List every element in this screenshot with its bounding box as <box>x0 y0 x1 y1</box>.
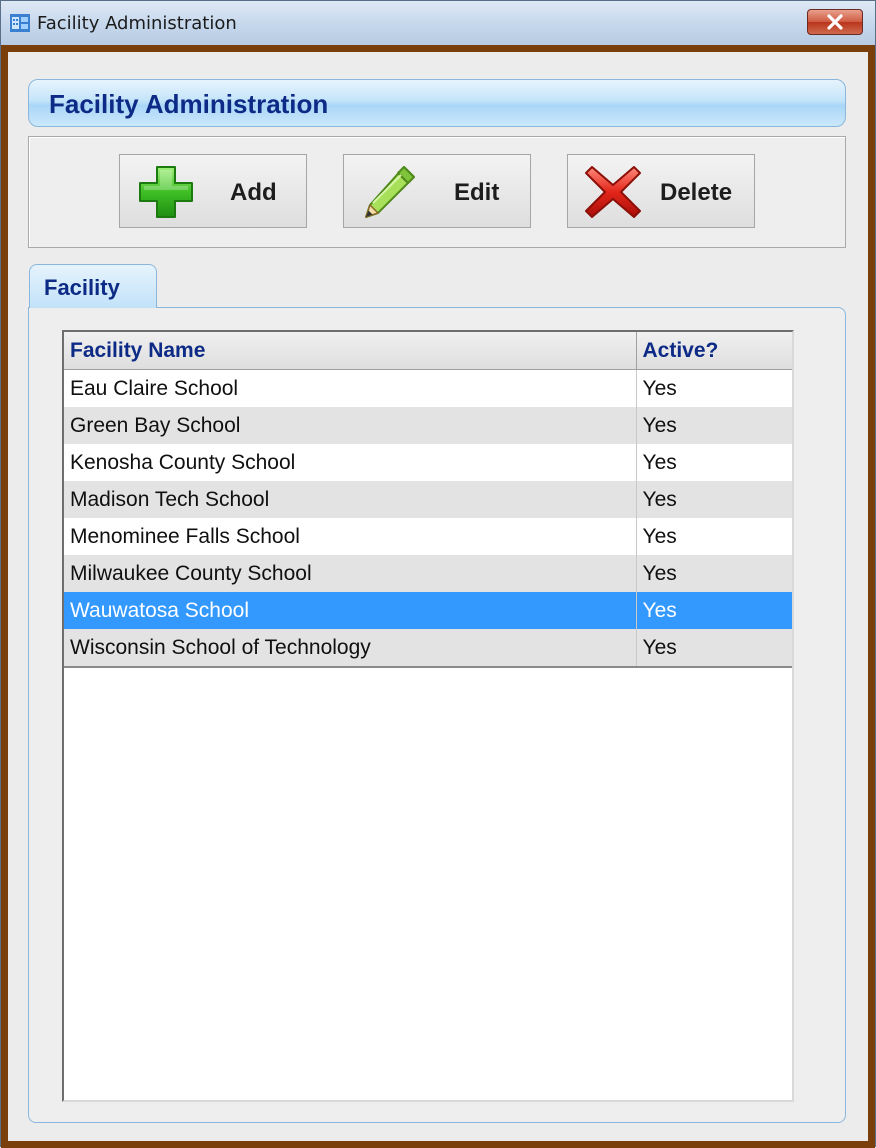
tab-facility-label: Facility <box>44 275 120 300</box>
plus-icon <box>139 166 193 218</box>
active-cell: Yes <box>636 518 792 555</box>
table-row[interactable]: Madison Tech School Yes <box>64 481 792 518</box>
active-cell: Yes <box>636 444 792 481</box>
table-row[interactable]: Eau Claire School Yes <box>64 369 792 407</box>
add-label: Add <box>230 179 277 206</box>
title-bar[interactable]: Facility Administration <box>1 1 875 45</box>
table-row[interactable]: Milwaukee County School Yes <box>64 555 792 592</box>
red-x-icon <box>585 166 641 218</box>
table-row[interactable]: Wisconsin School of Technology Yes <box>64 629 792 668</box>
facility-grid[interactable]: Facility Name Active? Eau Claire School … <box>62 330 794 1102</box>
facility-name-cell: Milwaukee County School <box>64 555 637 592</box>
add-button[interactable]: Add <box>119 154 307 228</box>
header-row: Facility Name Active? <box>64 332 792 370</box>
table-row[interactable]: Green Bay School Yes <box>64 407 792 444</box>
column-header-facility-name[interactable]: Facility Name <box>64 332 637 370</box>
active-cell: Yes <box>636 555 792 592</box>
active-cell: Yes <box>636 369 792 407</box>
section-header: Facility Administration <box>28 79 846 127</box>
active-cell: Yes <box>636 407 792 444</box>
close-icon <box>827 14 843 30</box>
toolbar: Add Edit Delete <box>28 136 846 248</box>
app-window-icon <box>10 14 30 32</box>
active-cell: Yes <box>636 629 792 668</box>
column-header-active[interactable]: Active? <box>636 332 792 370</box>
close-button[interactable] <box>807 9 863 35</box>
edit-button[interactable]: Edit <box>343 154 531 228</box>
table-row[interactable]: Menominee Falls School Yes <box>64 518 792 555</box>
delete-label: Delete <box>660 179 733 206</box>
active-cell: Yes <box>636 481 792 518</box>
active-cell: Yes <box>636 592 792 629</box>
delete-button[interactable]: Delete <box>567 154 755 228</box>
facility-tab-panel: Facility Name Active? Eau Claire School … <box>28 307 846 1123</box>
facility-name-cell: Green Bay School <box>64 407 637 444</box>
pencil-icon <box>365 166 415 218</box>
window-frame: Facility Administration Add Edit Delete … <box>1 45 875 1148</box>
facility-name-cell: Wisconsin School of Technology <box>64 629 637 668</box>
window-title: Facility Administration <box>37 13 237 34</box>
facility-admin-window: Facility Administration Facility Adminis… <box>0 0 876 1148</box>
facility-name-cell: Wauwatosa School <box>64 592 637 629</box>
table-row[interactable]: Kenosha County School Yes <box>64 444 792 481</box>
facility-name-cell: Madison Tech School <box>64 481 637 518</box>
tab-facility[interactable]: Facility <box>29 264 157 308</box>
client-area: Facility Administration Add Edit Delete … <box>8 52 868 1141</box>
page-title: Facility Administration <box>49 89 329 119</box>
edit-label: Edit <box>454 179 500 206</box>
facility-name-cell: Kenosha County School <box>64 444 637 481</box>
facility-name-cell: Eau Claire School <box>64 369 637 407</box>
facility-name-cell: Menominee Falls School <box>64 518 637 555</box>
table-row-selected[interactable]: Wauwatosa School Yes <box>64 592 792 629</box>
facility-table: Facility Name Active? Eau Claire School … <box>64 332 792 668</box>
